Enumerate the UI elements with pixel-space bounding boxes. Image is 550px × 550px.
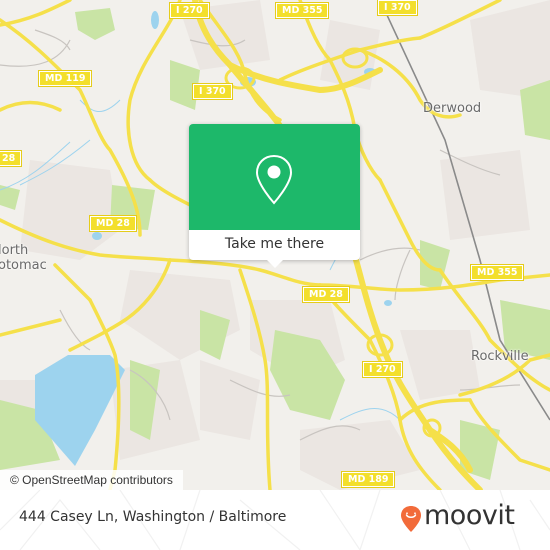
place-label-rockville: Rockville (471, 349, 529, 364)
road-shield-md28: 28 (0, 150, 23, 167)
place-label-derwood: Derwood (423, 101, 482, 116)
road-shield-i270: I 270 (362, 361, 403, 378)
road-shield-md355: MD 355 (469, 264, 525, 281)
footer-bar: 444 Casey Ln, Washington / Baltimore moo… (0, 490, 550, 550)
map-attribution[interactable]: © OpenStreetMap contributors (0, 470, 183, 490)
address-text: 444 Casey Ln, Washington / Baltimore (19, 509, 287, 525)
location-pin-icon (255, 154, 293, 205)
road-shield-md189: MD 189 (340, 471, 396, 488)
location-popup: Take me there (189, 124, 360, 268)
road-shield-md28: MD 28 (302, 286, 350, 303)
page-root: I 270 MD 355 I 370 MD 119 I 370 28 MD 28… (0, 0, 550, 550)
place-label-north-potomac-line1: lorth (0, 243, 29, 258)
place-label-north-potomac-line2: otomac (0, 258, 47, 273)
popup-header (189, 124, 360, 230)
road-shield-i270: I 270 (169, 2, 210, 19)
moovit-wordmark: moovit (424, 500, 515, 531)
map-view[interactable]: I 270 MD 355 I 370 MD 119 I 370 28 MD 28… (0, 0, 550, 490)
popup-pointer (267, 260, 283, 268)
road-shield-md355: MD 355 (274, 2, 330, 19)
road-shield-md119: MD 119 (37, 70, 93, 87)
road-shield-i370: I 370 (377, 0, 418, 16)
moovit-smile-pin-icon (401, 506, 421, 532)
take-me-there-button[interactable]: Take me there (189, 230, 360, 260)
road-shield-md28: MD 28 (89, 215, 137, 232)
road-shield-i370: I 370 (192, 83, 233, 100)
